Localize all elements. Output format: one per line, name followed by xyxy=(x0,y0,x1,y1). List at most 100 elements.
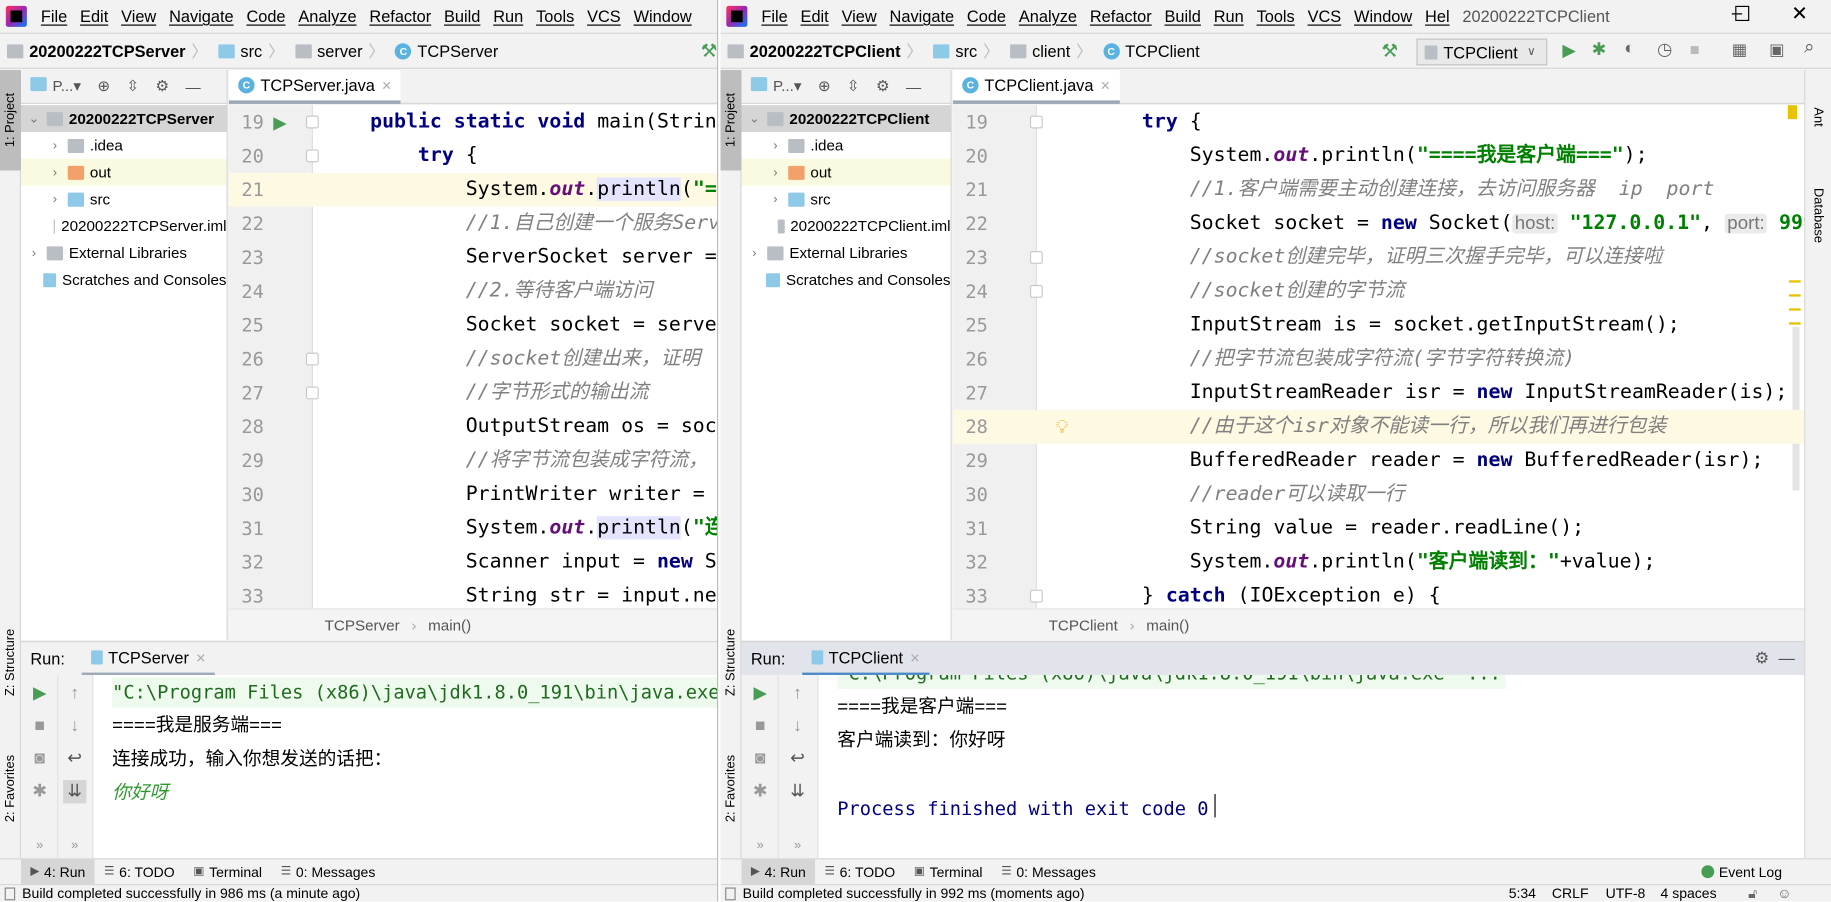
code-line[interactable]: 21 System.out.println("====我是服务端==="); xyxy=(228,172,717,207)
tree-item-external-libraries[interactable]: › External Libraries xyxy=(21,239,227,266)
run-tab-tcpserver[interactable]: TCPServer × xyxy=(81,642,215,676)
code-line[interactable]: 32 System.out.println("客户端读到："+value); xyxy=(953,545,1804,579)
tool-tab-project[interactable]: 1: Project xyxy=(720,70,742,171)
tool-tab-database[interactable]: Database xyxy=(1808,163,1829,268)
code-line[interactable]: 33 String str = input.nextLine(); xyxy=(229,579,717,608)
scroll-to-end-icon[interactable]: ⇊ xyxy=(63,780,87,804)
status-toggle-icon[interactable] xyxy=(4,886,16,900)
nav-crumb-src[interactable]: src 〉 xyxy=(218,40,290,63)
status-message[interactable]: Build completed successfully in 992 ms (… xyxy=(743,885,1085,901)
tree-item-src[interactable]: › src xyxy=(742,186,951,213)
intention-bulb-icon[interactable]: 💡︎ xyxy=(1056,410,1069,444)
tab-tcpserver-java[interactable]: C TCPServer.java × xyxy=(228,70,401,104)
code-line[interactable]: 30 //reader可以读取一行 xyxy=(953,478,1804,512)
soft-wrap-icon[interactable]: ↩ xyxy=(786,747,809,770)
tool-tab-4-run[interactable]: ▶ 4: Run xyxy=(741,858,816,885)
tool-tab-structure[interactable]: Z: Structure xyxy=(720,619,741,707)
tree-item-out[interactable]: › out xyxy=(21,158,227,186)
stop-icon[interactable]: ■ xyxy=(1690,40,1700,59)
locate-icon[interactable]: ⊕ xyxy=(818,77,831,96)
breadcrumb-method[interactable]: main() xyxy=(1146,616,1189,634)
code-line[interactable]: 19 public static void main(String[] args… xyxy=(229,105,717,139)
menu-edit[interactable]: Edit xyxy=(80,7,108,26)
menu-analyze[interactable]: Analyze xyxy=(298,7,356,26)
menu-tools[interactable]: Tools xyxy=(1257,7,1295,26)
tree-item-scratches-and-consoles[interactable]: Scratches and Consoles xyxy=(742,266,951,293)
chevron-right-icon[interactable]: › xyxy=(47,165,63,179)
tool-tab-terminal[interactable]: ▣ Terminal xyxy=(905,859,992,885)
soft-wrap-icon[interactable]: ↩ xyxy=(63,747,86,770)
menu-view[interactable]: View xyxy=(121,7,156,26)
fold-marker-icon[interactable] xyxy=(305,115,319,129)
code-line[interactable]: 27 InputStreamReader isr = new InputStre… xyxy=(953,376,1804,410)
code-line[interactable]: 20 System.out.println("====我是客户端==="); xyxy=(953,139,1804,173)
more-icon[interactable]: » xyxy=(786,834,809,857)
menu-navigate[interactable]: Navigate xyxy=(890,7,955,26)
more-icon[interactable]: » xyxy=(63,834,86,857)
code-line[interactable]: 24 //2.等待客户端访问 xyxy=(229,274,717,308)
chevron-down-icon[interactable]: ⌄ xyxy=(26,111,42,126)
tab-tcpclient-java[interactable]: C TCPClient.java × xyxy=(952,70,1120,104)
menu-window[interactable]: Window xyxy=(634,7,692,26)
hide-icon[interactable]: — xyxy=(1778,648,1794,667)
run-icon[interactable]: ▶ xyxy=(1562,40,1575,61)
menu-run[interactable]: Run xyxy=(1214,7,1244,26)
code-line[interactable]: 28 OutputStream os = socket. xyxy=(229,410,717,444)
debug-icon[interactable]: ✱ xyxy=(1592,39,1607,60)
code-line[interactable]: 33 } catch (IOException e) { xyxy=(953,579,1804,608)
bug-icon[interactable]: ✱ xyxy=(28,780,51,803)
code-line[interactable]: 30 PrintWriter writer = new xyxy=(229,478,717,512)
code-line[interactable]: 23 //socket创建完毕，证明三次握手完毕，可以连接啦 xyxy=(953,241,1804,275)
chevron-right-icon[interactable]: › xyxy=(767,165,783,179)
rerun-icon[interactable]: ▶ xyxy=(749,682,772,705)
tree-item-20200222tcpclient[interactable]: ⌄ 20200222TCPClient xyxy=(741,105,951,132)
status-toggle-icon[interactable] xyxy=(725,886,736,900)
rerun-icon[interactable]: ▶ xyxy=(28,682,51,705)
nav-crumb-package[interactable]: server 〉 xyxy=(294,40,391,63)
tool-tab-0-messages[interactable]: ☰ 0: Messages xyxy=(992,859,1105,885)
tree-item-20200222tcpclient-iml[interactable]: 20200222TCPClient.iml xyxy=(742,213,951,240)
project-structure-icon[interactable]: ▦ xyxy=(1732,40,1747,60)
chevron-right-icon[interactable]: › xyxy=(47,192,63,206)
tool-tab-0-messages[interactable]: ☰ 0: Messages xyxy=(271,859,384,885)
menu-code[interactable]: Code xyxy=(967,7,1006,26)
code-line[interactable]: 24 //socket创建的字节流 xyxy=(953,274,1804,308)
hide-icon[interactable]: — xyxy=(906,78,921,96)
menu-view[interactable]: View xyxy=(842,7,877,26)
run-console[interactable]: "C:\Program Files (x86)\java\jdk1.8.0_19… xyxy=(818,674,1805,859)
stop-icon[interactable]: ■ xyxy=(28,715,51,738)
profile-icon[interactable]: ◷ xyxy=(1657,39,1672,60)
project-view-dropdown[interactable]: P...▾ xyxy=(750,77,802,96)
gear-icon[interactable]: ⚙ xyxy=(156,77,170,96)
close-tab-icon[interactable]: × xyxy=(382,76,392,95)
chevron-right-icon[interactable]: › xyxy=(767,138,783,152)
run-console[interactable]: "C:\Program Files (x86)\java\jdk1.8.0_19… xyxy=(93,674,717,859)
run-tab-tcpclient[interactable]: TCPClient × xyxy=(801,642,930,676)
indent-setting[interactable]: 4 spaces xyxy=(1661,885,1717,901)
breadcrumb-method[interactable]: main() xyxy=(428,616,471,634)
tool-tab-6-todo[interactable]: ☰ 6: TODO xyxy=(815,859,904,885)
tree-item-20200222tcpserver[interactable]: ⌄ 20200222TCPServer xyxy=(21,105,227,132)
menu-hel[interactable]: Hel xyxy=(1425,7,1450,26)
fold-marker-icon[interactable] xyxy=(1029,115,1043,129)
code-line[interactable]: 31 System.out.println("连接成功 xyxy=(229,511,717,545)
fold-marker-icon[interactable] xyxy=(305,386,319,400)
tree-item-src[interactable]: › src xyxy=(21,186,227,213)
nav-crumb-class[interactable]: C TCPServer xyxy=(395,42,498,61)
nav-crumb-project[interactable]: 20200222TCPClient 〉 xyxy=(727,40,928,63)
code-line[interactable]: 29 //将字节流包装成字符流， xyxy=(229,444,717,478)
file-encoding[interactable]: UTF-8 xyxy=(1606,885,1646,901)
chevron-right-icon[interactable]: › xyxy=(47,138,63,152)
menu-build[interactable]: Build xyxy=(444,7,480,26)
chevron-right-icon[interactable]: › xyxy=(767,192,783,206)
more-icon[interactable]: » xyxy=(749,834,772,857)
search-icon[interactable]: ⌕ xyxy=(1804,37,1814,58)
event-log-button[interactable]: Event Log xyxy=(1701,859,1782,884)
tree-item--idea[interactable]: › .idea xyxy=(742,132,951,159)
code-line[interactable]: 29 BufferedReader reader = new BufferedR… xyxy=(953,444,1804,478)
arrow-down-icon[interactable]: ↓ xyxy=(63,715,86,738)
menu-vcs[interactable]: VCS xyxy=(1308,7,1342,26)
code-line[interactable]: 32 Scanner input = new Scanner( xyxy=(229,545,717,579)
tool-tab-terminal[interactable]: ▣ Terminal xyxy=(184,859,271,885)
code-line[interactable]: 22 Socket socket = new Socket(host: "127… xyxy=(953,207,1804,241)
